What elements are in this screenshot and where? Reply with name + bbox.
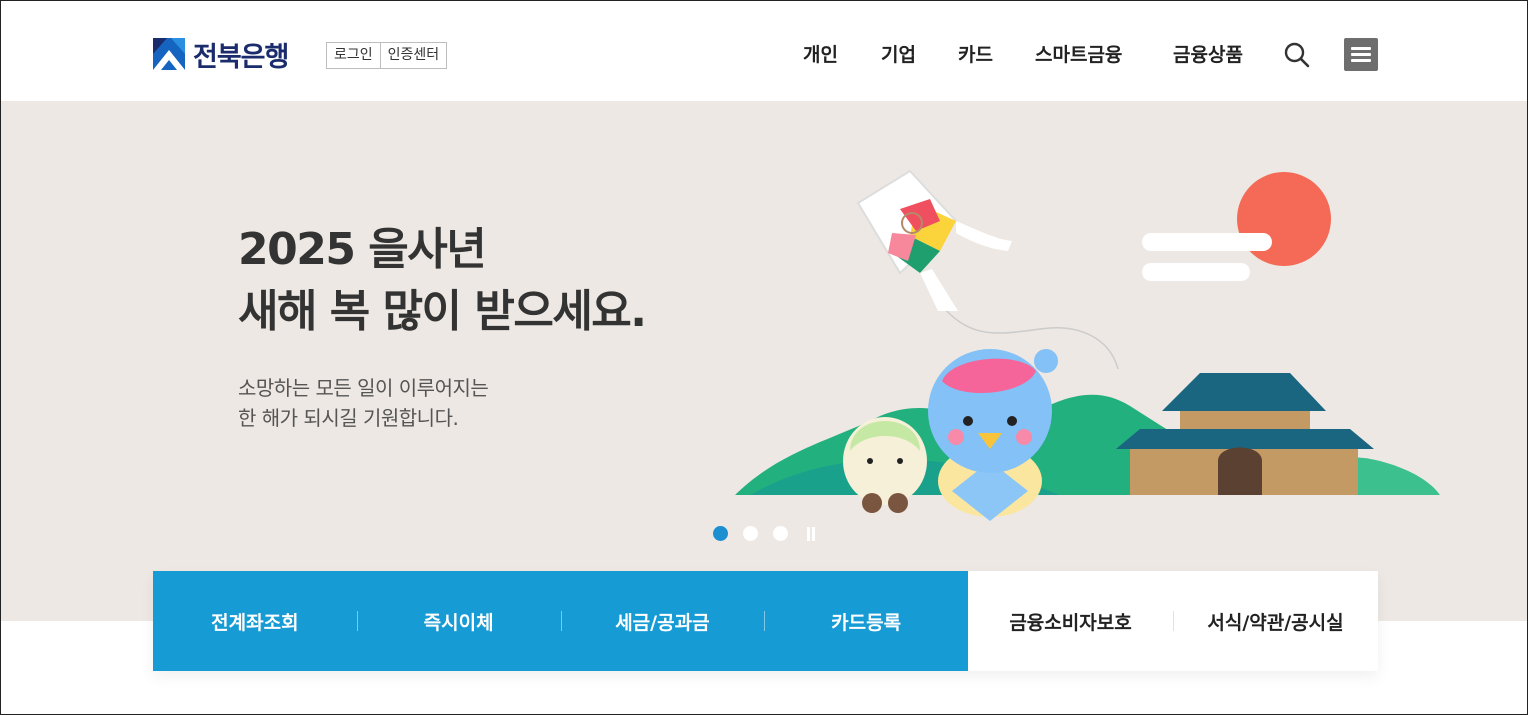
hamburger-menu-icon: [1351, 47, 1371, 50]
kite-string: [924, 280, 1119, 370]
hamburger-line: [1351, 59, 1371, 62]
nav-item-business[interactable]: 기업: [881, 40, 916, 67]
quick-item-tax-utilities[interactable]: 세금/공과금: [560, 608, 765, 635]
cloud-shape: [1168, 233, 1272, 251]
search-icon: [1284, 42, 1310, 68]
quick-item-card-registration[interactable]: 카드등록: [764, 608, 968, 635]
logo-mark-icon: [153, 38, 185, 70]
all-menu-button[interactable]: [1344, 38, 1378, 71]
logo-text: 전북은행: [193, 41, 289, 73]
quick-menu: 전계좌조회 즉시이체 세금/공과금 카드등록 금융소비자보호 서식/약관/공시실: [153, 571, 1378, 671]
pause-bar: [812, 527, 815, 541]
character-shape: [862, 493, 882, 513]
utility-links: 로그인 인증센터: [326, 42, 448, 69]
slide-dot-1[interactable]: [713, 526, 728, 541]
character-shape: [1034, 349, 1058, 373]
palace-shape: [1162, 373, 1326, 411]
nav-item-personal[interactable]: 개인: [803, 40, 838, 67]
character-eye: [867, 458, 873, 464]
hero-title: 2025 을사년 새해 복 많이 받으세요.: [238, 219, 647, 343]
hero-title-line: 2025 을사년: [238, 224, 487, 275]
slide-dot-3[interactable]: [773, 526, 788, 541]
character-eye: [963, 416, 973, 426]
slide-dot-2[interactable]: [743, 526, 758, 541]
sun-shape: [1237, 172, 1331, 266]
hero-subtitle-line: 소망하는 모든 일이 이루어지는: [238, 376, 489, 400]
nav-item-card[interactable]: 카드: [958, 40, 993, 67]
quick-item-consumer-protection[interactable]: 금융소비자보호: [968, 608, 1173, 635]
login-link[interactable]: 로그인: [327, 43, 380, 68]
character-eye: [1007, 416, 1017, 426]
quick-item-all-accounts[interactable]: 전계좌조회: [153, 608, 357, 635]
hero-subtitle-line: 한 해가 되시길 기원합니다.: [238, 406, 459, 430]
nav-item-smart-banking[interactable]: 스마트금융: [1035, 40, 1122, 67]
quick-item-instant-transfer[interactable]: 즉시이체: [356, 608, 561, 635]
kite-tail: [956, 221, 1012, 251]
hamburger-line: [1351, 53, 1371, 56]
site-header: 전북은행 로그인 인증센터 개인 기업 카드 스마트금융 금융상품: [0, 0, 1528, 101]
palace-shape: [1116, 429, 1374, 449]
character-shape: [888, 493, 908, 513]
certificate-center-link[interactable]: 인증센터: [379, 43, 447, 68]
palace-gate: [1218, 447, 1262, 495]
quick-item-forms-terms[interactable]: 서식/약관/공시실: [1173, 608, 1378, 635]
hero-title-line: 새해 복 많이 받으세요.: [238, 286, 647, 337]
quick-menu-primary: 전계좌조회 즉시이체 세금/공과금 카드등록: [153, 571, 968, 671]
character-cheek: [1016, 429, 1032, 445]
pause-icon: [807, 527, 810, 541]
bank-logo[interactable]: 전북은행: [153, 37, 289, 73]
character-eye: [897, 458, 903, 464]
new-year-illustration: [735, 169, 1440, 521]
character-cheek: [948, 429, 964, 445]
hero-banner[interactable]: 2025 을사년 새해 복 많이 받으세요. 소망하는 모든 일이 이루어지는 …: [0, 101, 1528, 621]
pause-button[interactable]: [806, 527, 816, 541]
nav-item-products[interactable]: 금융상품: [1173, 40, 1243, 67]
search-button[interactable]: [1283, 41, 1311, 69]
kite-tail: [920, 269, 958, 311]
quick-menu-secondary: 금융소비자보호 서식/약관/공시실: [968, 571, 1378, 671]
hero-subtitle: 소망하는 모든 일이 이루어지는 한 해가 되시길 기원합니다.: [238, 373, 489, 433]
